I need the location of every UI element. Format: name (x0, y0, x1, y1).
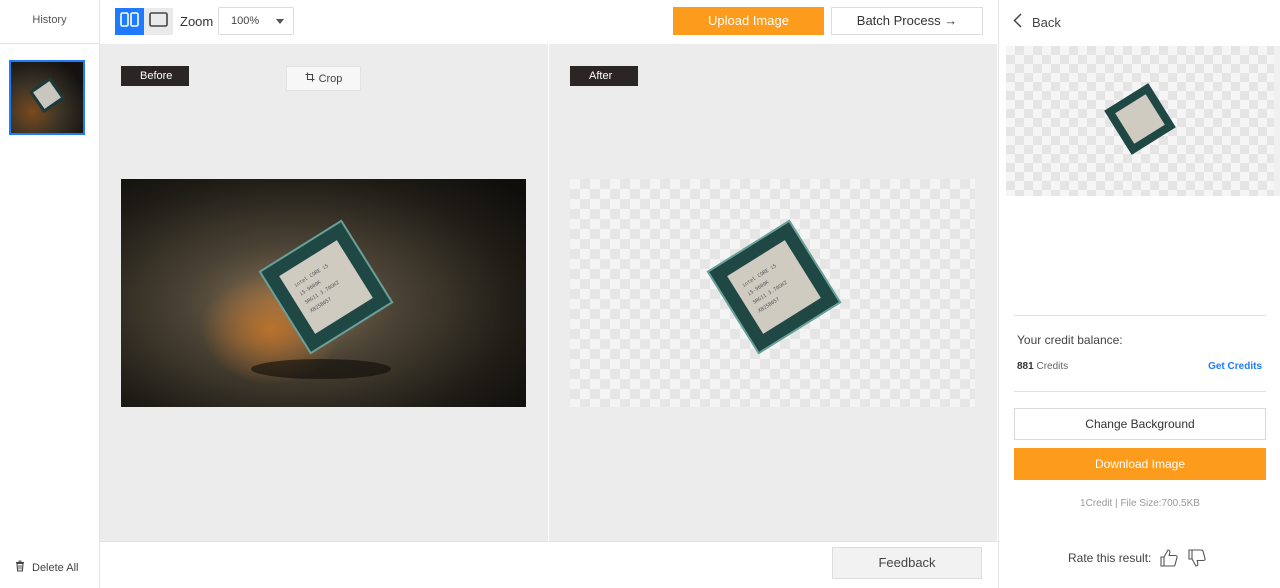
history-sidebar: History Delete All (0, 0, 100, 588)
back-label: Back (1032, 14, 1061, 30)
right-panel: Back Your credit balance: 881 Credits Ge… (998, 0, 1280, 588)
before-label: Before (121, 66, 189, 86)
split-view-button[interactable] (115, 8, 144, 35)
crop-button[interactable]: Crop (286, 66, 361, 91)
single-view-button[interactable] (144, 8, 173, 35)
history-thumbnail[interactable] (9, 60, 85, 135)
zoom-label: Zoom (180, 14, 214, 29)
app-root: History Delete All Zoom 100% Upload Imag… (0, 0, 1280, 588)
get-credits-link[interactable]: Get Credits (1208, 361, 1262, 372)
result-preview (1006, 46, 1274, 196)
history-title: History (0, 0, 99, 44)
divider (1014, 315, 1266, 316)
before-pane: Before Crop intel CORE i5 i5-9600K SRG11… (100, 44, 548, 541)
thumbs-down-icon[interactable] (1187, 548, 1207, 568)
thumbs-up-icon[interactable] (1159, 548, 1179, 568)
bottom-bar: Feedback (100, 541, 998, 588)
rate-result: Rate this result: (1068, 548, 1207, 568)
cpu-thumbnail-image (11, 62, 83, 133)
download-image-button[interactable]: Download Image (1014, 448, 1266, 480)
before-image: intel CORE i5 i5-9600K SRG11 3.70GHZ X82… (121, 179, 526, 407)
file-info: 1Credit | File Size:700.5KB (1080, 498, 1200, 509)
credit-amount: 881 (1017, 361, 1034, 372)
credit-balance-title: Your credit balance: (1017, 333, 1123, 347)
rate-label: Rate this result: (1068, 551, 1152, 565)
after-image: intel CORE i5 i5-9600K SRG11 3.70GHZ X82… (570, 179, 975, 407)
credit-unit: Credits (1036, 361, 1069, 372)
trash-icon (14, 560, 26, 575)
split-view-icon (120, 11, 139, 32)
delete-all-button[interactable]: Delete All (14, 560, 78, 575)
back-button[interactable]: Back (1013, 13, 1061, 31)
crop-label: Crop (318, 72, 343, 85)
after-label: After (570, 66, 638, 86)
caret-down-icon (276, 19, 284, 24)
zoom-value: 100% (231, 15, 260, 27)
preview-scrollbar[interactable] (1274, 46, 1280, 196)
change-background-button[interactable]: Change Background (1014, 408, 1266, 440)
single-view-icon (149, 11, 168, 32)
feedback-button[interactable]: Feedback (832, 547, 982, 579)
toolbar: Zoom 100% Upload Image Batch Process → (100, 0, 998, 44)
zoom-select[interactable]: 100% (218, 7, 294, 35)
upload-image-button[interactable]: Upload Image (673, 7, 824, 35)
credit-balance-value: 881 Credits (1017, 361, 1068, 372)
crop-icon (305, 72, 315, 85)
delete-all-label: Delete All (32, 561, 79, 574)
chevron-left-icon (1013, 13, 1022, 31)
batch-process-button[interactable]: Batch Process → (831, 7, 983, 35)
divider (1014, 391, 1266, 392)
after-pane: After intel CORE i5 i5-9600K SRG11 3.70G… (549, 44, 997, 541)
